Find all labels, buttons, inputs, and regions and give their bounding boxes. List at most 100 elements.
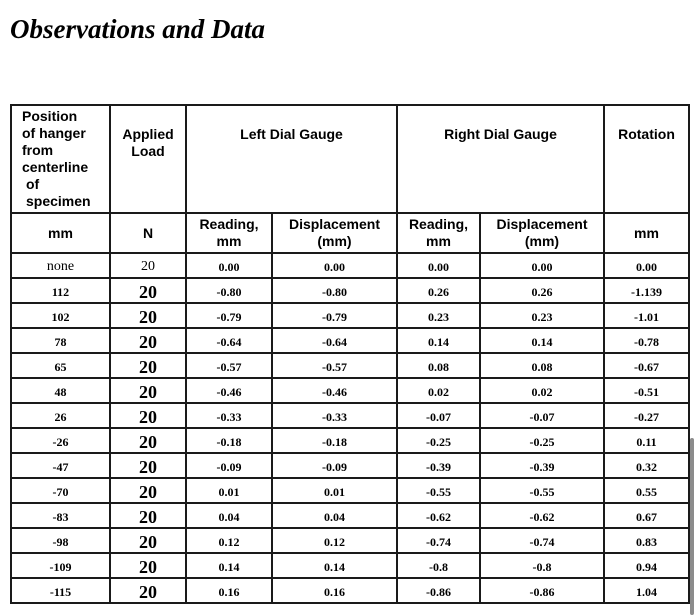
cell-rotation: -0.67 bbox=[603, 352, 690, 379]
header-text: Applied bbox=[122, 126, 174, 142]
header-text: (mm) bbox=[524, 233, 560, 249]
cell-value: -1.139 bbox=[631, 284, 662, 299]
cell-right-displacement: -0.25 bbox=[479, 427, 605, 454]
cell-left-reading: -0.33 bbox=[185, 402, 273, 429]
cell-value: -0.62 bbox=[529, 509, 555, 524]
table-row: -26 20 -0.18 -0.18 -0.25 -0.25 0.11 bbox=[10, 427, 690, 454]
header-text: Right Dial Gauge bbox=[444, 126, 557, 142]
cell-value: 0.14 bbox=[324, 559, 345, 574]
cell-right-reading: -0.8 bbox=[396, 552, 481, 579]
table-row: -115 20 0.16 0.16 -0.86 -0.86 1.04 bbox=[10, 577, 690, 604]
cell-value: -0.67 bbox=[634, 359, 659, 374]
cell-rotation: -0.27 bbox=[603, 402, 690, 429]
cell-value: -0.78 bbox=[634, 334, 659, 349]
cell-value: 20 bbox=[139, 332, 157, 352]
cell-rotation: 1.04 bbox=[603, 577, 690, 604]
cell-left-displacement: 0.01 bbox=[271, 477, 398, 504]
cell-left-displacement: -0.64 bbox=[271, 327, 398, 354]
cell-value: -0.74 bbox=[529, 534, 555, 549]
cell-value: -0.33 bbox=[216, 409, 242, 424]
cell-value: -0.51 bbox=[634, 384, 659, 399]
cell-rotation: 0.83 bbox=[603, 527, 690, 554]
cell-value: 20 bbox=[139, 382, 157, 402]
table-row: 78 20 -0.64 -0.64 0.14 0.14 -0.78 bbox=[10, 327, 690, 354]
header-text: specimen bbox=[26, 193, 91, 209]
cell-right-reading: 0.14 bbox=[396, 327, 481, 354]
cell-left-reading: 0.16 bbox=[185, 577, 273, 604]
header-text: Displacement bbox=[496, 216, 588, 232]
header-text: Load bbox=[131, 143, 165, 159]
header-text: Position bbox=[22, 108, 78, 124]
cell-value: 65 bbox=[54, 359, 67, 374]
cell-value: 0.23 bbox=[428, 309, 449, 324]
cell-value: -47 bbox=[52, 459, 69, 474]
cell-value: -0.57 bbox=[216, 359, 242, 374]
cell-position: -47 bbox=[10, 452, 111, 479]
table-row: 65 20 -0.57 -0.57 0.08 0.08 -0.67 bbox=[10, 352, 690, 379]
cell-left-displacement: 0.12 bbox=[271, 527, 398, 554]
cell-value: -0.27 bbox=[634, 409, 659, 424]
header-row-1: Position of hanger from centerline of sp… bbox=[10, 104, 690, 214]
table-row: -70 20 0.01 0.01 -0.55 -0.55 0.55 bbox=[10, 477, 690, 504]
cell-value: -0.79 bbox=[216, 309, 242, 324]
cell-value: -0.62 bbox=[426, 509, 451, 524]
cell-right-reading: -0.07 bbox=[396, 402, 481, 429]
cell-load: 20 bbox=[109, 402, 187, 429]
vertical-scrollbar[interactable] bbox=[690, 438, 694, 615]
cell-position: 102 bbox=[10, 302, 111, 329]
cell-value: 0.00 bbox=[324, 259, 345, 274]
cell-load: 20 bbox=[109, 527, 187, 554]
cell-value: 0.00 bbox=[636, 259, 657, 274]
cell-left-displacement: -0.46 bbox=[271, 377, 398, 404]
cell-rotation: -0.51 bbox=[603, 377, 690, 404]
cell-value: -0.39 bbox=[529, 459, 555, 474]
cell-value: 0.04 bbox=[218, 509, 240, 524]
cell-left-displacement: -0.57 bbox=[271, 352, 398, 379]
cell-left-reading: -0.18 bbox=[185, 427, 273, 454]
page-title: Observations and Data bbox=[10, 14, 266, 44]
table-row: -98 20 0.12 0.12 -0.74 -0.74 0.83 bbox=[10, 527, 690, 554]
unit-rotation: mm bbox=[603, 212, 690, 254]
cell-left-reading: 0.01 bbox=[185, 477, 273, 504]
cell-value: 0.00 bbox=[531, 259, 553, 274]
cell-left-reading: -0.79 bbox=[185, 302, 273, 329]
cell-value: -115 bbox=[49, 584, 72, 599]
cell-value: 0.26 bbox=[531, 284, 553, 299]
cell-value: 0.04 bbox=[324, 509, 345, 524]
cell-right-displacement: 0.26 bbox=[479, 277, 605, 304]
cell-value: -0.09 bbox=[322, 459, 347, 474]
cell-value: -0.33 bbox=[322, 409, 347, 424]
cell-value: -0.8 bbox=[532, 559, 552, 574]
cell-left-displacement: 0.14 bbox=[271, 552, 398, 579]
cell-right-displacement: 0.14 bbox=[479, 327, 605, 354]
cell-value: -83 bbox=[52, 509, 69, 524]
cell-load: 20 bbox=[109, 477, 187, 504]
cell-right-reading: 0.26 bbox=[396, 277, 481, 304]
cell-value: 0.01 bbox=[218, 484, 240, 499]
cell-left-reading: 0.12 bbox=[185, 527, 273, 554]
header-row-2: mm N Reading, mm Displacement (mm) Readi… bbox=[10, 212, 690, 254]
cell-right-reading: 0.08 bbox=[396, 352, 481, 379]
cell-right-displacement: -0.74 bbox=[479, 527, 605, 554]
table-row: 26 20 -0.33 -0.33 -0.07 -0.07 -0.27 bbox=[10, 402, 690, 429]
cell-left-reading: -0.80 bbox=[185, 277, 273, 304]
cell-position: 48 bbox=[10, 377, 111, 404]
header-text: mm bbox=[426, 233, 451, 249]
cell-position: -98 bbox=[10, 527, 111, 554]
cell-value: -0.25 bbox=[426, 434, 451, 449]
cell-load: 20 bbox=[109, 327, 187, 354]
cell-value: -0.86 bbox=[529, 584, 555, 599]
cell-position: -115 bbox=[10, 577, 111, 604]
cell-value: 20 bbox=[139, 432, 157, 452]
cell-load: 20 bbox=[109, 302, 187, 329]
cell-value: -0.39 bbox=[426, 459, 451, 474]
cell-value: -0.57 bbox=[322, 359, 347, 374]
subheader-left-displacement: Displacement (mm) bbox=[271, 212, 398, 254]
cell-load: 20 bbox=[109, 452, 187, 479]
cell-right-displacement: 0.02 bbox=[479, 377, 605, 404]
cell-value: 0.55 bbox=[636, 484, 657, 499]
cell-load: 20 bbox=[109, 277, 187, 304]
subheader-left-reading: Reading, mm bbox=[185, 212, 273, 254]
cell-value: 0.67 bbox=[636, 509, 657, 524]
header-text: centerline bbox=[22, 159, 89, 175]
